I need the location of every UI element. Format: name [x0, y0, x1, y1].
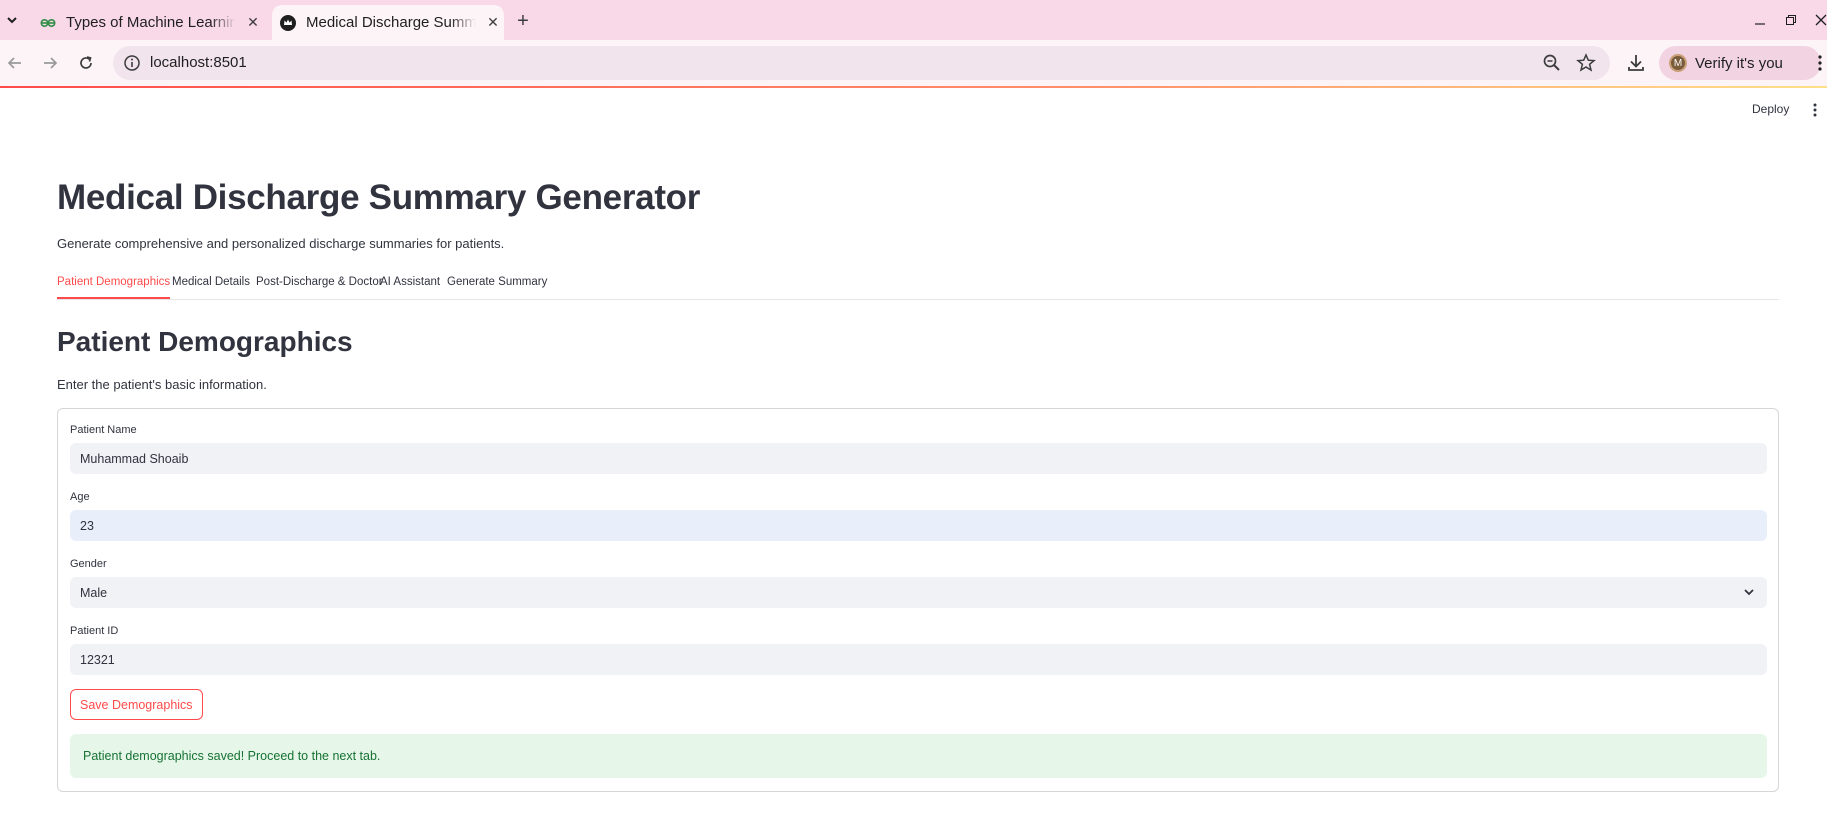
patient-id-input[interactable]: 12321: [70, 644, 1767, 675]
site-info-icon[interactable]: [123, 54, 141, 72]
deploy-button[interactable]: Deploy: [1752, 102, 1789, 116]
streamlit-decoration-bar: [0, 86, 1827, 88]
zoom-icon[interactable]: [1542, 53, 1562, 73]
patient-name-label: Patient Name: [70, 424, 137, 436]
tab-list: Patient Demographics Medical Details Pos…: [57, 276, 1779, 300]
page-title: Medical Discharge Summary Generator: [57, 178, 701, 217]
patient-id-label: Patient ID: [70, 625, 119, 637]
profile-verify-button[interactable]: M Verify it's you: [1659, 46, 1821, 80]
streamlit-crown-icon: [280, 14, 296, 31]
section-description: Enter the patient's basic information.: [57, 377, 267, 392]
gender-label: Gender: [70, 558, 107, 570]
browser-toolbar: localhost:8501 M Verify it's you: [0, 40, 1827, 86]
age-label: Age: [70, 491, 90, 503]
age-input[interactable]: 23: [70, 510, 1767, 541]
save-demographics-button[interactable]: Save Demographics: [70, 689, 203, 720]
bookmark-star-icon[interactable]: [1576, 53, 1596, 73]
gender-selected-value: Male: [80, 585, 108, 600]
verify-label: Verify it's you: [1695, 54, 1783, 72]
browser-tab-strip: Types of Machine Learning ✕ Medical Disc…: [0, 0, 1827, 40]
browser-tab-machine-learning[interactable]: Types of Machine Learning ✕: [28, 5, 268, 40]
close-icon[interactable]: ✕: [244, 14, 262, 32]
tab-ai-assistant[interactable]: AI Assistant: [380, 276, 440, 297]
forward-icon[interactable]: [37, 50, 63, 76]
chevron-down-icon: [1743, 586, 1755, 598]
avatar: M: [1669, 54, 1687, 72]
gfg-icon: [40, 15, 56, 31]
close-icon[interactable]: ✕: [484, 14, 502, 32]
tab-generate-summary[interactable]: Generate Summary: [447, 276, 547, 297]
download-icon[interactable]: [1625, 52, 1647, 74]
back-icon[interactable]: [2, 50, 28, 76]
window-close-icon[interactable]: [1811, 10, 1827, 30]
address-bar[interactable]: localhost:8501: [113, 46, 1610, 80]
patient-name-input[interactable]: Muhammad Shoaib: [70, 443, 1767, 474]
browser-menu-icon[interactable]: [1817, 54, 1823, 72]
browser-tab-discharge-summary[interactable]: Medical Discharge Summary Generator ✕: [272, 5, 504, 40]
section-heading: Patient Demographics: [57, 326, 353, 357]
restore-icon[interactable]: [1781, 10, 1801, 30]
main-content: Medical Discharge Summary Generator Gene…: [57, 178, 1779, 792]
tab-title: Medical Discharge Summary Generator: [306, 14, 476, 31]
demographics-form: Patient Name Muhammad Shoaib Age 23 Gend…: [57, 408, 1779, 792]
tab-title: Types of Machine Learning: [66, 14, 236, 31]
tab-medical-details[interactable]: Medical Details: [172, 276, 250, 297]
success-alert: Patient demographics saved! Proceed to t…: [70, 734, 1767, 778]
tab-search-chevron-icon[interactable]: [0, 8, 24, 32]
tab-patient-demographics[interactable]: Patient Demographics: [57, 276, 171, 299]
new-tab-icon[interactable]: +: [512, 10, 534, 32]
gender-select[interactable]: Male: [70, 577, 1767, 608]
minimize-icon[interactable]: [1750, 10, 1770, 30]
app-menu-icon[interactable]: [1812, 102, 1818, 118]
page-subtitle: Generate comprehensive and personalized …: [57, 236, 505, 251]
url-text: localhost:8501: [150, 54, 247, 71]
tab-post-discharge-doctor[interactable]: Post-Discharge & Doctor: [256, 276, 383, 297]
success-message: Patient demographics saved! Proceed to t…: [83, 749, 381, 763]
reload-icon[interactable]: [73, 50, 99, 76]
